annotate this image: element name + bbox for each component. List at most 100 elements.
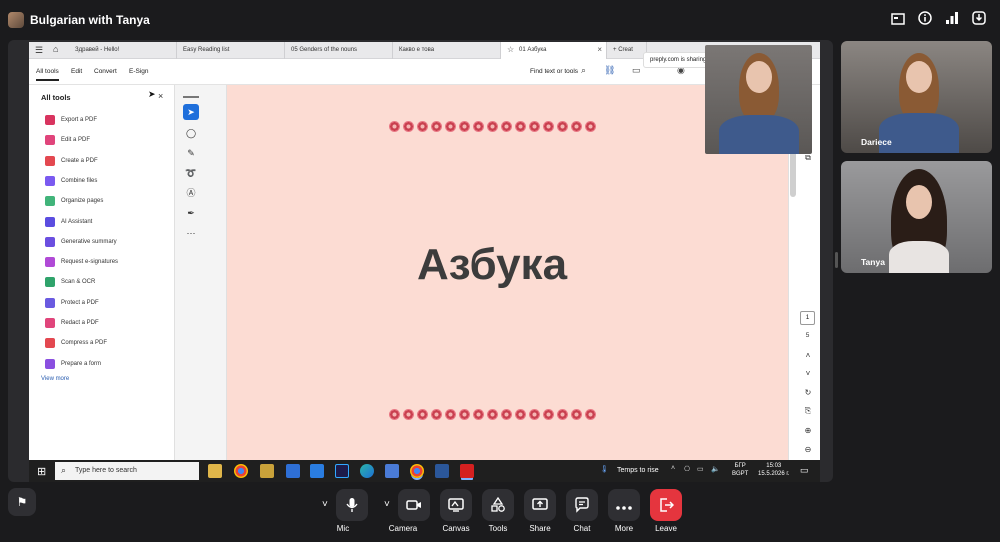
word-icon[interactable] [435, 464, 449, 478]
info-icon[interactable] [915, 10, 935, 30]
chrome-active-icon[interactable] [410, 464, 424, 478]
zoom-out-icon[interactable]: ⊖ [801, 445, 815, 454]
resize-handle[interactable] [835, 252, 838, 268]
zoom-in-icon[interactable]: ⊕ [801, 426, 815, 435]
acrobat-icon[interactable] [460, 464, 474, 478]
tool-icon [45, 175, 55, 186]
leave-button[interactable] [650, 489, 682, 521]
tab-create[interactable]: + Creat [607, 42, 647, 59]
canvas-button[interactable] [440, 489, 472, 521]
embroidery-motif [501, 121, 512, 132]
close-tab-icon[interactable]: × [597, 45, 602, 54]
tool-label: Edit a PDF [61, 137, 91, 144]
store-icon[interactable] [286, 464, 300, 478]
taskbar-search[interactable]: ⌕ Type here to search [55, 462, 199, 480]
chevron-down-icon[interactable]: ˅ [801, 369, 815, 378]
embroidery-motif [585, 409, 596, 420]
participant-name: Tanya [861, 257, 885, 267]
camera-button[interactable] [398, 489, 430, 521]
embroidery-motif [571, 121, 582, 132]
photoshop-icon[interactable] [335, 464, 349, 478]
weather-text: Temps to rise [617, 467, 659, 474]
search-icon[interactable]: ⌕ [581, 65, 586, 76]
leave-label: Leave [655, 524, 677, 533]
rotate-icon[interactable]: ↻ [801, 388, 815, 397]
report-flag-icon[interactable]: ⚑ [8, 488, 36, 516]
more-tools-icon[interactable]: ⋯ [183, 225, 199, 241]
outlook-icon[interactable] [310, 464, 324, 478]
menu-convert[interactable]: Convert [94, 68, 117, 75]
keyboard-icon[interactable] [385, 464, 399, 478]
camera-options-chevron-icon[interactable]: ˅ [384, 499, 390, 510]
more-button[interactable] [608, 489, 640, 521]
tab-hello[interactable]: Здравей - Hello! [69, 42, 177, 59]
menu-icon[interactable]: ☰ [35, 45, 45, 56]
folder-icon[interactable] [260, 464, 274, 478]
print-icon[interactable]: ▭ [632, 65, 641, 76]
tool-icon [45, 358, 55, 369]
input-language[interactable]: БГР BGPT [732, 462, 748, 478]
tools-button[interactable] [482, 489, 514, 521]
network-icon[interactable]: ⎔ [684, 465, 690, 473]
tab-easy-reading[interactable]: Easy Reading list [177, 42, 285, 59]
self-body [719, 115, 799, 154]
tool-icon [45, 155, 55, 166]
text-tool-icon[interactable]: Ⓐ [183, 185, 199, 201]
comment-tool-icon[interactable]: ◯ [183, 125, 199, 141]
battery-icon[interactable]: ▭ [697, 465, 704, 473]
participant-body [889, 241, 949, 273]
view-more-link[interactable]: View more [41, 376, 69, 382]
participant-body [879, 113, 959, 153]
lang-top: БГР [734, 463, 746, 469]
participant-tile-dariece[interactable]: Dariece [841, 41, 992, 153]
bottom-ornament [389, 409, 599, 423]
embroidery-motif [459, 409, 470, 420]
quick-toolbar: ➤ ◯ ✎ ➰ Ⓐ ✒ ⋯ [175, 85, 227, 480]
highlight-tool-icon[interactable]: ✎ [183, 145, 199, 161]
tray-chevron-icon[interactable]: ˄ [671, 465, 675, 472]
embroidery-motif [529, 121, 540, 132]
home-icon[interactable]: ⌂ [53, 44, 58, 54]
share-icon [532, 498, 548, 510]
notification-icon[interactable]: ▭ [800, 465, 809, 476]
tab-azbuka[interactable]: ☆ 01 Азбука × [501, 42, 607, 59]
windows-start-icon[interactable]: ⊞ [37, 465, 46, 478]
new-tab-icon[interactable]: + [613, 47, 617, 53]
tab-label: Easy Reading list [183, 47, 230, 53]
page-settings-icon[interactable]: ⎘ [801, 406, 815, 416]
chrome-icon[interactable] [234, 464, 248, 478]
current-page-field[interactable]: 1 [800, 311, 815, 325]
embroidery-motif [389, 409, 400, 420]
find-tools-button[interactable]: Find text or tools [530, 68, 578, 75]
chat-icon [575, 497, 589, 513]
mic-options-chevron-icon[interactable]: ˅ [322, 499, 328, 510]
chevron-up-icon[interactable]: ˄ [801, 351, 815, 360]
menu-esign[interactable]: E-Sign [129, 68, 149, 75]
copy-icon[interactable]: ⧉ [801, 153, 815, 163]
draw-tool-icon[interactable]: ➰ [183, 165, 199, 181]
ai-icon[interactable]: ⛓ [604, 65, 615, 76]
download-icon[interactable] [969, 10, 989, 30]
select-tool-icon[interactable]: ➤ [183, 104, 199, 120]
chat-button[interactable] [566, 489, 598, 521]
close-panel-icon[interactable]: × [158, 91, 163, 101]
menu-edit[interactable]: Edit [71, 68, 82, 75]
signal-icon[interactable] [942, 10, 962, 30]
edge-icon[interactable] [360, 464, 374, 478]
screen-icon[interactable] [888, 10, 908, 30]
participant-tile-tanya[interactable]: Tanya [841, 161, 992, 273]
tab-kakvo[interactable]: Какво е това [393, 42, 501, 59]
mic-button[interactable] [336, 489, 368, 521]
menu-all-tools[interactable]: All tools [36, 68, 59, 81]
tab-genders[interactable]: 05 Genders of the nouns [285, 42, 393, 59]
mic-label: Mic [336, 524, 350, 533]
share-button[interactable] [524, 489, 556, 521]
tools-icon [491, 496, 505, 512]
sign-tool-icon[interactable]: ✒ [183, 205, 199, 221]
search-icon: ⌕ [61, 465, 67, 475]
system-clock[interactable]: 15:03 15.5.2026 г. [758, 462, 789, 478]
volume-icon[interactable]: 🔈 [711, 465, 720, 473]
tool-label: Combine files [61, 177, 98, 184]
file-explorer-icon[interactable] [208, 464, 222, 478]
embroidery-motif [431, 121, 442, 132]
